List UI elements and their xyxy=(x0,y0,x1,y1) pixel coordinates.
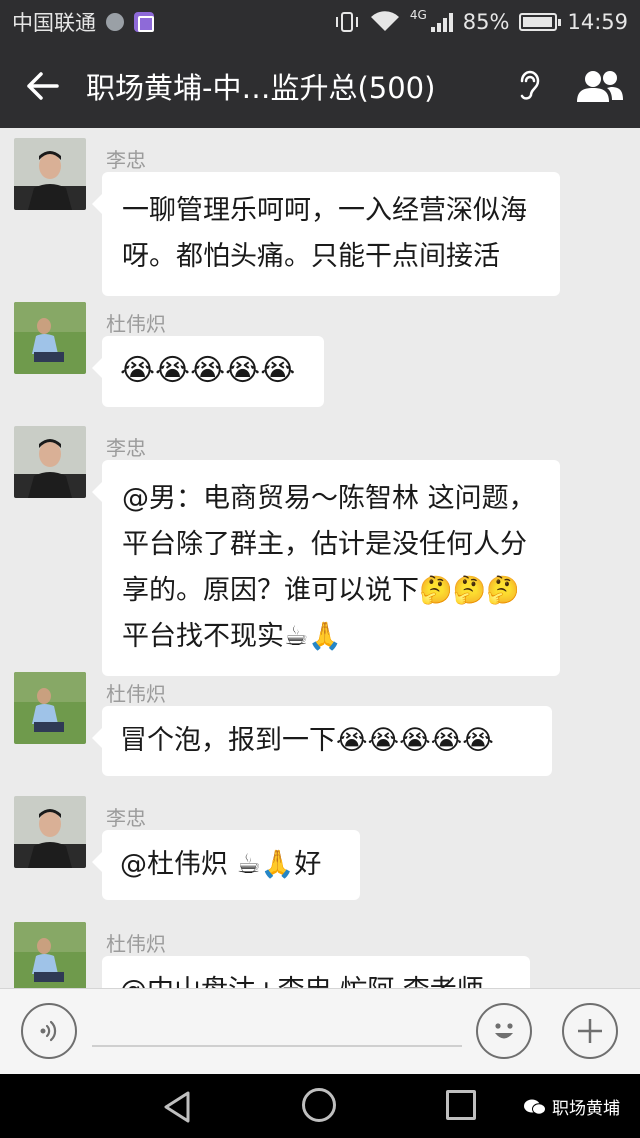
battery-percent: 85% xyxy=(462,10,510,34)
notification-app-icon xyxy=(106,13,124,31)
people-icon xyxy=(577,71,623,102)
sender-name: 杜伟炽 xyxy=(106,312,166,336)
wechat-logo-icon xyxy=(524,1099,546,1115)
message-bubble[interactable]: 冒个泡，报到一下😭😭😭😭😭 xyxy=(92,706,552,776)
avatar-duweichi[interactable] xyxy=(14,922,86,988)
group-members-button[interactable] xyxy=(560,44,640,128)
input-bar xyxy=(0,988,640,1074)
message-bubble[interactable]: @杜伟炽 ☕🙏好 xyxy=(92,830,360,900)
avatar-duweichi[interactable] xyxy=(14,302,86,374)
message-bubble[interactable]: 一聊管理乐呵呵，一入经营深似海呀。都怕头痛。只能干点间接活 xyxy=(92,172,560,296)
message-text: @杜伟炽 ☕🙏好 xyxy=(120,849,322,880)
message-text: @中山盘沽+李忠 忙阿 李老师 xyxy=(120,975,484,988)
carrier-label: 中国联通 xyxy=(12,11,96,35)
avatar-lizhong[interactable] xyxy=(14,426,86,498)
watermark: 职场黄埔 xyxy=(524,1094,620,1119)
network-type: 4G xyxy=(409,8,427,22)
message-text: 一聊管理乐呵呵，一入经营深似海呀。都怕头痛。只能干点间接活 xyxy=(122,195,527,272)
sender-name: 李忠 xyxy=(106,148,146,172)
message-bubble[interactable]: 😭😭😭😭😭 xyxy=(92,336,324,407)
avatar-lizhong[interactable] xyxy=(14,796,86,868)
system-navigation-bar: 职场黄埔 xyxy=(0,1074,640,1138)
wifi-icon xyxy=(370,11,399,31)
message-text: @男：电商贸易～陈智林 这问题，平台除了群主，估计是没任何人分享的。原因？谁可以… xyxy=(122,483,536,652)
nav-recents-icon[interactable] xyxy=(446,1090,476,1120)
message-input[interactable] xyxy=(92,1045,462,1047)
voice-input-button[interactable] xyxy=(21,1003,77,1059)
avatar-duweichi[interactable] xyxy=(14,672,86,744)
vibrate-icon xyxy=(335,12,358,32)
chat-messages[interactable]: 李忠 一聊管理乐呵呵，一入经营深似海呀。都怕头痛。只能干点间接活 杜伟炽 😭😭😭… xyxy=(0,128,640,988)
back-arrow-icon xyxy=(27,72,59,100)
emoji-button[interactable] xyxy=(476,1003,532,1059)
back-button[interactable] xyxy=(0,44,86,128)
more-actions-button[interactable] xyxy=(562,1003,618,1059)
message-text: 😭😭😭😭😭 xyxy=(120,353,296,388)
watermark-text: 职场黄埔 xyxy=(552,1099,620,1119)
message-text: 冒个泡，报到一下😭😭😭😭😭 xyxy=(120,725,494,756)
signal-icon xyxy=(430,12,453,32)
nav-home-icon[interactable] xyxy=(302,1088,336,1122)
sender-name: 杜伟炽 xyxy=(106,932,166,956)
sender-name: 李忠 xyxy=(106,806,146,830)
sender-name: 杜伟炽 xyxy=(106,682,166,706)
nav-back-icon[interactable] xyxy=(160,1090,194,1124)
clock: 14:59 xyxy=(567,10,628,34)
avatar-lizhong[interactable] xyxy=(14,138,86,210)
earpiece-mode-button[interactable] xyxy=(500,44,560,128)
ear-icon xyxy=(520,70,540,100)
smiley-icon xyxy=(495,1023,513,1039)
message-bubble[interactable]: @男：电商贸易～陈智林 这问题，平台除了群主，估计是没任何人分享的。原因？谁可以… xyxy=(92,460,560,676)
chat-title: 职场黄埔-中…监升总(500) xyxy=(86,71,436,105)
status-bar: 中国联通 4G 85% 14:59 xyxy=(0,0,640,44)
gallery-notification-icon xyxy=(134,12,154,32)
chat-header: 职场黄埔-中…监升总(500) xyxy=(0,44,640,128)
plus-icon xyxy=(578,1019,602,1043)
sender-name: 李忠 xyxy=(106,436,146,460)
battery-icon xyxy=(519,13,562,31)
voice-icon xyxy=(40,1020,57,1042)
message-bubble[interactable]: @中山盘沽+李忠 忙阿 李老师 xyxy=(102,956,530,988)
